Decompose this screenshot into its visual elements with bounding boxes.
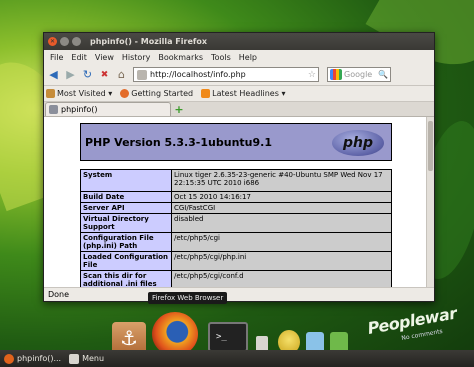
php-logo-text: php [342, 135, 373, 151]
watermark-logo: Peoplewar No comments [366, 304, 471, 350]
bookmark-latest-headlines[interactable]: Latest Headlines ▾ [201, 89, 285, 98]
row-key: Scan this dir for additional .ini files [80, 270, 172, 287]
page-icon [49, 105, 58, 114]
search-box[interactable]: Google 🔍 [327, 67, 391, 82]
bookmark-star-icon[interactable]: ☆ [308, 70, 316, 80]
bookmark-label: Latest Headlines ▾ [212, 89, 286, 98]
table-row: Server API CGI/FastCGI [80, 202, 392, 214]
url-text[interactable]: http://localhost/info.php [150, 70, 308, 79]
row-value: Oct 15 2010 14:16:17 [171, 191, 392, 203]
php-info-table: System Linux tiger 2.6.35-23-generic #40… [80, 169, 392, 287]
row-value: CGI/FastCGI [171, 202, 392, 214]
row-value: /etc/php5/cgi/conf.d [171, 270, 392, 287]
php-logo-icon: php [332, 130, 384, 156]
row-value: /etc/php5/cgi/php.ini [171, 251, 392, 271]
status-text: Done [48, 290, 70, 299]
bottom-panel: phpinfo()... Menu [0, 350, 474, 367]
bookmark-getting-started[interactable]: Getting Started [120, 89, 193, 98]
table-row: Configuration File (php.ini) Path /etc/p… [80, 232, 392, 252]
title-bar[interactable]: ✕ phpinfo() - Mozilla Firefox [44, 33, 434, 50]
close-window-button[interactable]: ✕ [48, 37, 57, 46]
site-favicon-icon [137, 69, 147, 80]
scrollbar-thumb[interactable] [428, 121, 433, 171]
menu-bar: File Edit View History Bookmarks Tools H… [44, 50, 434, 64]
ubuntu-menu-icon [69, 353, 80, 364]
maximize-window-button[interactable] [72, 37, 81, 46]
firefox-icon [120, 89, 130, 98]
tab-bar: phpinfo() + [44, 102, 434, 117]
menu-history[interactable]: History [118, 53, 154, 62]
status-bar: Done [44, 287, 434, 301]
bookmarks-toolbar: Most Visited ▾ Getting Started Latest He… [44, 86, 434, 102]
table-row: Scan this dir for additional .ini files … [80, 270, 392, 287]
forward-arrow-icon[interactable]: ▶ [63, 67, 78, 82]
taskbar-item-firefox[interactable]: phpinfo()... [0, 350, 65, 367]
tab-phpinfo[interactable]: phpinfo() [45, 102, 171, 116]
php-version-title: PHP Version 5.3.3-1ubuntu9.1 [85, 135, 272, 149]
desktop-background [0, 0, 474, 284]
bookmark-label: Getting Started [131, 89, 194, 98]
window-title: phpinfo() - Mozilla Firefox [90, 37, 208, 46]
php-version-header: PHP Version 5.3.3-1ubuntu9.1 php [80, 123, 392, 161]
menu-edit[interactable]: Edit [67, 53, 91, 62]
table-row: Build Date Oct 15 2010 14:16:17 [80, 191, 392, 203]
menu-label: Menu [82, 354, 105, 363]
table-row: Loaded Configuration File /etc/php5/cgi/… [80, 251, 392, 271]
menu-file[interactable]: File [46, 53, 67, 62]
stop-icon[interactable]: ✖ [97, 67, 112, 82]
tab-label: phpinfo() [61, 105, 98, 114]
table-row: System Linux tiger 2.6.35-23-generic #40… [80, 169, 392, 192]
address-bar[interactable]: http://localhost/info.php ☆ [133, 67, 319, 82]
menu-tools[interactable]: Tools [207, 53, 235, 62]
row-key: Build Date [80, 191, 172, 203]
menu-button[interactable]: Menu [65, 350, 108, 367]
menu-help[interactable]: Help [235, 53, 261, 62]
firefox-icon [4, 353, 14, 364]
navigation-toolbar: ◀ ▶ ↻ ✖ ⌂ http://localhost/info.php ☆ Go… [44, 64, 434, 86]
new-tab-icon[interactable]: + [173, 103, 185, 116]
minimize-window-button[interactable] [60, 37, 69, 46]
folder-icon [46, 89, 55, 98]
dock-tooltip: Firefox Web Browser [148, 292, 228, 304]
row-key: Loaded Configuration File [80, 251, 172, 271]
bookmark-most-visited[interactable]: Most Visited ▾ [46, 89, 112, 98]
google-engine-icon[interactable] [330, 69, 342, 80]
taskbar-label: phpinfo()... [17, 354, 62, 363]
menu-view[interactable]: View [91, 53, 118, 62]
search-icon[interactable]: 🔍 [378, 70, 388, 79]
rss-feed-icon [201, 89, 211, 98]
row-key: Configuration File (php.ini) Path [80, 232, 172, 252]
terminal-icon[interactable]: >_ [208, 322, 248, 352]
search-placeholder[interactable]: Google [344, 70, 378, 79]
menu-bookmarks[interactable]: Bookmarks [154, 53, 207, 62]
firefox-window: ✕ phpinfo() - Mozilla Firefox File Edit … [43, 32, 435, 302]
table-row: Virtual Directory Support disabled [80, 213, 392, 233]
home-icon[interactable]: ⌂ [114, 67, 129, 82]
page-content: PHP Version 5.3.3-1ubuntu9.1 php System … [44, 117, 434, 287]
row-value: /etc/php5/cgi [171, 232, 392, 252]
bookmark-label: Most Visited ▾ [57, 89, 113, 98]
row-value: disabled [171, 213, 392, 233]
row-key: Server API [80, 202, 172, 214]
reload-icon[interactable]: ↻ [80, 67, 95, 82]
row-key: System [80, 169, 172, 192]
vertical-scrollbar[interactable] [426, 117, 434, 287]
row-key: Virtual Directory Support [80, 213, 172, 233]
row-value: Linux tiger 2.6.35-23-generic #40-Ubuntu… [171, 169, 392, 192]
back-arrow-icon[interactable]: ◀ [46, 67, 61, 82]
